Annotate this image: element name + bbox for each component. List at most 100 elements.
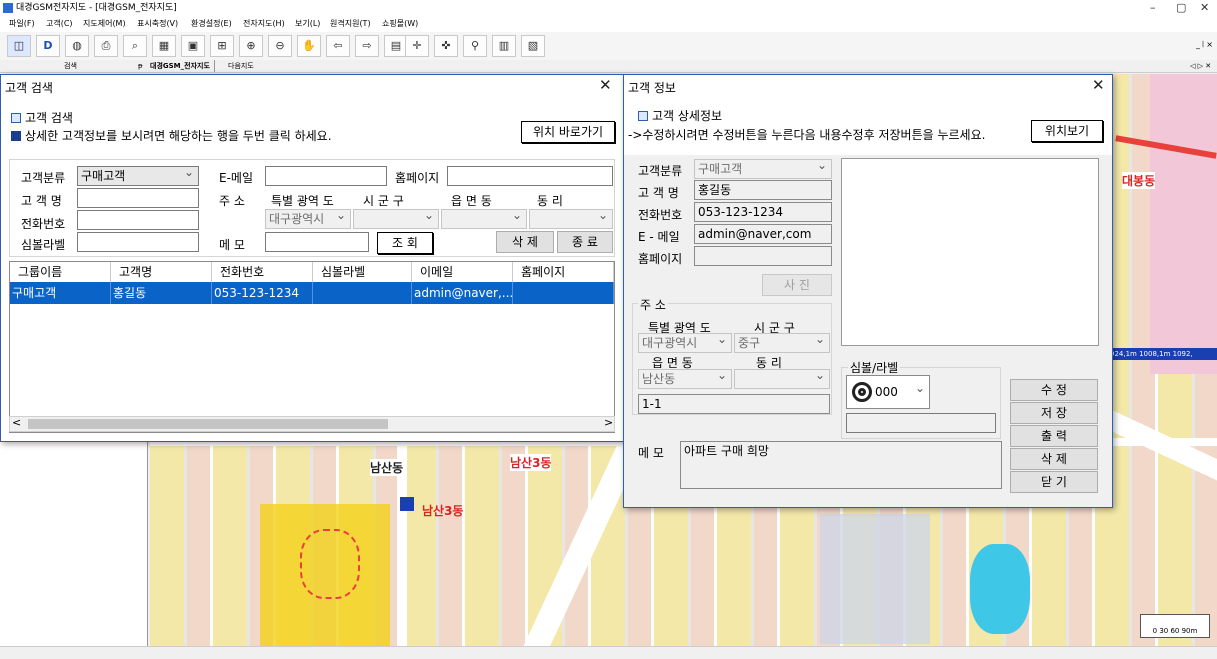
category-select[interactable]: 구매고객 — [694, 159, 832, 179]
village-select[interactable] — [529, 209, 613, 229]
measure-icon[interactable]: ✛ — [405, 35, 429, 57]
city-select[interactable]: 중구 — [734, 333, 830, 353]
homepage-label: 홈페이지 — [395, 171, 440, 185]
symbol-input[interactable] — [77, 232, 199, 252]
phone-field[interactable]: 053-123-1234 — [694, 202, 832, 222]
maximize-button[interactable]: ▢ — [1176, 0, 1186, 16]
print-button[interactable]: 출 력 — [1010, 425, 1098, 447]
menu-emap[interactable]: 전자지도(H) — [243, 16, 285, 32]
cell-name[interactable]: 홍길동 — [111, 282, 212, 304]
city-select[interactable] — [353, 209, 439, 229]
cell-extra[interactable]: 1 — [614, 282, 615, 304]
homepage-input[interactable] — [447, 166, 613, 186]
close-button[interactable]: 닫 기 — [1010, 471, 1098, 493]
region-select[interactable]: 대구광역시 — [638, 333, 732, 353]
results-grid[interactable]: 그룹이름 고객명 전화번호 심볼라벨 이메일 홈페이지 구매고객 홍길동 053… — [9, 261, 615, 433]
close-window-button[interactable]: ✕ — [1200, 0, 1209, 16]
tab-emap[interactable]: 대경GSM_전자지도 — [150, 60, 215, 72]
back-arrow-icon[interactable]: ⇦ — [326, 35, 350, 57]
search-button[interactable]: 조 회 — [377, 232, 433, 254]
goto-location-button[interactable]: 위치 바로가기 — [521, 121, 615, 143]
label-field[interactable] — [846, 413, 996, 433]
town-select[interactable] — [441, 209, 527, 229]
user-location-icon[interactable]: ⚲ — [463, 35, 487, 57]
memo-input[interactable] — [265, 232, 369, 252]
column-header[interactable]: 고객명 — [111, 262, 212, 282]
table-icon[interactable]: ▧ — [521, 35, 545, 57]
mdi-controls[interactable]: _ 𝄁 × — [1196, 40, 1213, 50]
menu-file[interactable]: 파일(F) — [9, 16, 35, 32]
minimize-button[interactable]: – — [1150, 0, 1156, 16]
menu-settings[interactable]: 환경설정(E) — [191, 16, 232, 32]
cell-phone[interactable]: 053-123-1234 — [212, 282, 313, 304]
scroll-right-icon[interactable]: > — [604, 416, 613, 429]
dialog-title: 고객 검색 — [5, 81, 53, 95]
menu-display[interactable]: 표시축정(V) — [137, 16, 178, 32]
cell-email[interactable]: admin@naver,... — [412, 282, 513, 304]
section-heading: 고객 상세정보 — [638, 107, 722, 124]
instruction-text: ->수정하시려면 수정버튼을 누른다음 내용수정후 저장버튼을 누르세요. — [628, 128, 986, 142]
name-input[interactable] — [77, 188, 199, 208]
delete-button[interactable]: 삭 제 — [1010, 448, 1098, 470]
homepage-field[interactable] — [694, 246, 832, 266]
phone-input[interactable] — [77, 210, 199, 230]
cell-homepage[interactable] — [513, 282, 614, 304]
d-logo-icon[interactable]: D — [36, 35, 60, 57]
menu-customer[interactable]: 고객(C) — [46, 16, 73, 32]
tab-daum-map[interactable]: 다음지도 — [228, 60, 254, 72]
horizontal-scrollbar[interactable]: < > — [9, 416, 615, 432]
measure-area-icon[interactable]: ✜ — [434, 35, 458, 57]
cell-symbol[interactable] — [313, 282, 412, 304]
edit-button[interactable]: 수 정 — [1010, 379, 1098, 401]
zoom-out-icon[interactable]: ⊖ — [268, 35, 292, 57]
name-field[interactable]: 홍길동 — [694, 180, 832, 200]
delete-button[interactable]: 삭 제 — [496, 231, 554, 253]
zoom-in-icon[interactable]: ⊕ — [239, 35, 263, 57]
menu-shop[interactable]: 쇼핑몰(W) — [382, 16, 418, 32]
column-header[interactable]: 심볼라벨 — [313, 262, 412, 282]
print-icon[interactable]: ⎙ — [94, 35, 118, 57]
save-button[interactable]: 저 장 — [1010, 402, 1098, 424]
search-map-icon[interactable]: ⌕ — [123, 35, 147, 57]
menu-remote[interactable]: 원격지원(T) — [330, 16, 371, 32]
photo-button[interactable]: 사 진 — [762, 274, 832, 296]
column-header[interactable]: 그룹이름 — [10, 262, 111, 282]
cell-group[interactable]: 구매고객 — [10, 282, 111, 304]
column-header[interactable]: 전화번호 — [212, 262, 313, 282]
town-select[interactable]: 남산동 — [638, 369, 732, 389]
email-input[interactable] — [265, 166, 387, 186]
pin-icon[interactable]: ᵽ — [138, 60, 143, 72]
pan-hand-icon[interactable]: ✋ — [297, 35, 321, 57]
scroll-thumb[interactable] — [28, 419, 388, 429]
tab-nav-icons[interactable]: ◁ ▷ ✕ — [1190, 60, 1211, 72]
close-icon[interactable]: ✕ — [599, 77, 612, 93]
zoom-grid-icon[interactable]: ▦ — [152, 35, 176, 57]
address-detail-field[interactable]: 1-1 — [638, 394, 830, 414]
column-header[interactable]: 홈페이지 — [513, 262, 614, 282]
exit-button[interactable]: 종 료 — [557, 231, 613, 253]
column-header[interactable] — [614, 262, 615, 282]
memo-field[interactable]: 아파트 구매 희망 — [680, 441, 1002, 489]
globe-icon[interactable]: ◍ — [65, 35, 89, 57]
column-header[interactable]: 이메일 — [412, 262, 513, 282]
emap-icon[interactable]: ◫ — [7, 35, 31, 57]
forward-arrow-icon[interactable]: ⇨ — [355, 35, 379, 57]
grid-icon[interactable]: ⊞ — [210, 35, 234, 57]
toolbar: ◫ D ◍ ⎙ ⌕ ▦ ▣ ⊞ ⊕ ⊖ ✋ ⇦ ⇨ ▤ ✛ ✜ ⚲ ▥ ▧ _ … — [0, 32, 1217, 60]
close-icon[interactable]: ✕ — [1092, 77, 1105, 93]
scroll-left-icon[interactable]: < — [12, 416, 21, 429]
city-label: 시 군 구 — [363, 194, 404, 208]
menu-map-control[interactable]: 지도제어(M) — [83, 16, 126, 32]
locate-button[interactable]: 위치보기 — [1031, 120, 1103, 142]
category-select[interactable]: 구매고객 — [77, 166, 199, 186]
search-panel-label: 검색 — [64, 62, 77, 70]
map-grey-zone — [820, 514, 930, 644]
menu-view[interactable]: 보기(L) — [295, 16, 320, 32]
email-field[interactable]: admin@naver,com — [694, 224, 832, 244]
village-select[interactable] — [734, 369, 830, 389]
table-row[interactable]: 구매고객 홍길동 053-123-1234 admin@naver,... 1 — [10, 282, 615, 304]
name-label: 고 객 명 — [21, 194, 62, 208]
region-select[interactable]: 대구광역시 — [265, 209, 351, 229]
column-chart-icon[interactable]: ▥ — [492, 35, 516, 57]
zoom-area-icon[interactable]: ▣ — [181, 35, 205, 57]
